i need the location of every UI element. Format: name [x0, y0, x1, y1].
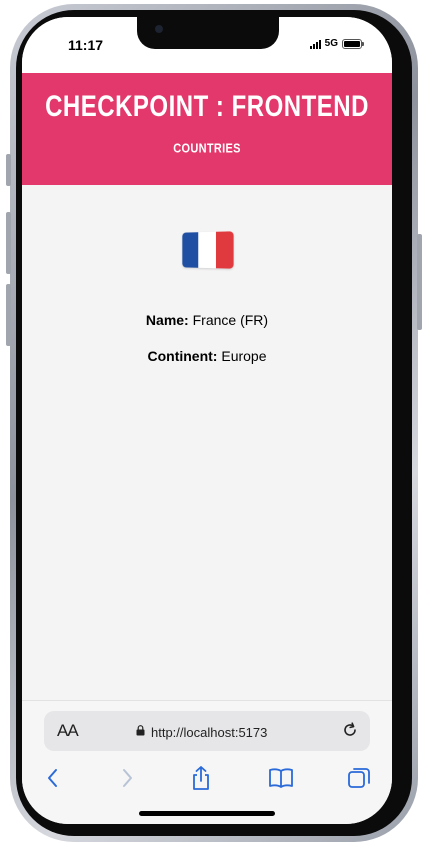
address-bar[interactable]: AA http://localhost:5173 [44, 711, 370, 751]
url-display[interactable]: http://localhost:5173 [136, 723, 267, 741]
back-chevron-icon[interactable] [38, 763, 68, 793]
page-title: Checkpoint : frontend [45, 89, 369, 124]
name-label: Name: [145, 312, 189, 328]
power-button [417, 234, 422, 330]
status-time: 11:17 [68, 37, 104, 53]
volume-up-button [6, 212, 11, 274]
status-bar: 11:17 5G [22, 17, 392, 73]
browser-nav-toolbar [22, 763, 392, 793]
mute-switch [6, 154, 11, 186]
camera-icon [155, 25, 163, 33]
reload-icon[interactable] [340, 720, 360, 745]
forward-chevron-icon[interactable] [112, 763, 142, 793]
phone-screen: 11:17 5G Checkpoint : frontend Countries… [22, 17, 392, 824]
url-text: http://localhost:5173 [151, 724, 268, 740]
app-header: Checkpoint : frontend Countries [22, 73, 392, 185]
status-indicators: 5G [309, 38, 364, 49]
text-size-button[interactable]: AA [57, 721, 79, 741]
share-icon[interactable] [186, 763, 216, 793]
continent-label: Continent: [147, 348, 218, 364]
text-size-label: AA [57, 721, 79, 740]
home-indicator [139, 811, 275, 816]
volume-down-button [6, 284, 11, 346]
continent-value: Europe [221, 348, 267, 364]
tabs-icon[interactable] [344, 763, 374, 793]
france-flag-icon [182, 231, 234, 269]
signal-icon [309, 39, 321, 49]
battery-icon [342, 38, 364, 49]
bookmarks-icon[interactable] [266, 763, 296, 793]
network-type: 5G [324, 38, 338, 49]
browser-toolbar: AA http://localhost:5173 [22, 700, 392, 824]
notch [137, 17, 279, 49]
countries-nav-link[interactable]: Countries [22, 142, 392, 156]
country-continent-line: Continent: Europe [22, 348, 392, 364]
lock-icon [136, 723, 145, 741]
name-value: France (FR) [192, 312, 269, 328]
country-name-line: Name: France (FR) [22, 312, 392, 328]
country-details: Name: France (FR) Continent: Europe [22, 185, 392, 364]
